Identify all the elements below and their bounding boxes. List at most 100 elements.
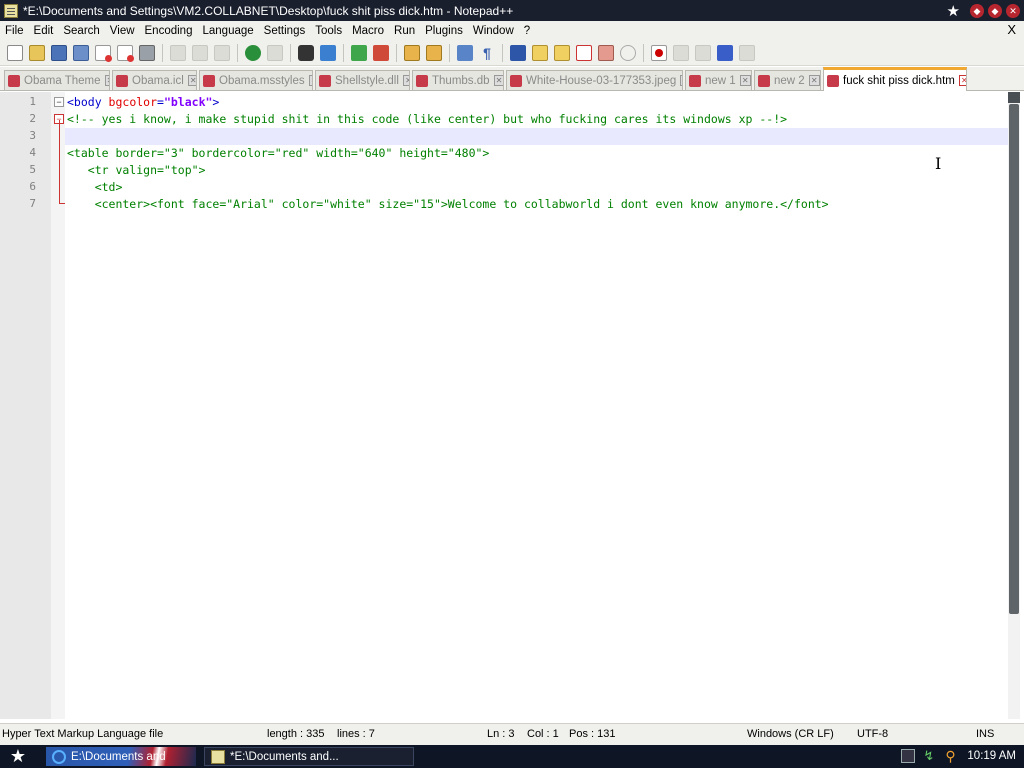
- notepad-app-icon[interactable]: [4, 3, 18, 18]
- fold-toggle-icon[interactable]: −: [54, 97, 64, 107]
- undo-icon[interactable]: [245, 44, 261, 61]
- stop-macro-icon[interactable]: [673, 44, 689, 61]
- menu-plugins[interactable]: Plugins: [420, 25, 468, 37]
- keyboard-icon[interactable]: [901, 749, 916, 763]
- menu-settings[interactable]: Settings: [259, 25, 311, 37]
- document-icon: [827, 74, 839, 87]
- menu-search[interactable]: Search: [58, 25, 104, 37]
- length-status: length : 335: [267, 728, 325, 740]
- minimize-button[interactable]: ◆: [970, 4, 984, 18]
- menu-macro[interactable]: Macro: [347, 25, 389, 37]
- record-macro-icon[interactable]: [651, 44, 667, 61]
- sync-vertical-icon[interactable]: [404, 44, 420, 61]
- tab-new-2[interactable]: new 2 ✕: [754, 70, 821, 90]
- fold-margin: [51, 92, 65, 719]
- sync-horizontal-icon[interactable]: [426, 44, 442, 61]
- document-tab-bar: Obama Theme ✕ Obama.icl ✕ Obama.msstyles…: [0, 67, 1024, 91]
- print-icon[interactable]: [139, 44, 155, 61]
- taskbar-explorer-window[interactable]: E:\Documents and: [46, 747, 196, 766]
- tab-obama-msstyles[interactable]: Obama.msstyles ✕: [199, 70, 313, 90]
- eol-status[interactable]: Windows (CR LF): [747, 728, 834, 740]
- tab-shellstyle-dll[interactable]: Shellstyle.dll ✕: [315, 70, 410, 90]
- show-all-characters-icon[interactable]: ¶: [479, 45, 495, 61]
- close-window-button[interactable]: ✕: [1006, 4, 1020, 18]
- tab-obama-icl[interactable]: Obama.icl ✕: [112, 70, 197, 90]
- folder-workspace-icon[interactable]: [598, 44, 614, 61]
- tab-close-icon[interactable]: ✕: [402, 75, 409, 86]
- line-number: 6: [29, 180, 36, 193]
- menu-encoding[interactable]: Encoding: [140, 25, 198, 37]
- user-defined-language-icon[interactable]: [532, 44, 548, 61]
- zoom-out-icon[interactable]: [373, 44, 389, 61]
- tab-obama-theme[interactable]: Obama Theme ✕: [4, 70, 110, 90]
- tab-fuck-shit-piss-dick-htm[interactable]: fuck shit piss dick.htm ✕: [823, 67, 967, 91]
- doc-map-icon[interactable]: [554, 44, 570, 61]
- vertical-scrollbar[interactable]: [1008, 92, 1020, 719]
- tab-label: White-House-03-177353.jpeg: [526, 74, 677, 87]
- close-document-button[interactable]: X: [1007, 22, 1016, 37]
- copy-icon[interactable]: [192, 44, 208, 61]
- find-icon[interactable]: [298, 44, 314, 61]
- code-line-1: <body bgcolor="black">: [67, 94, 219, 111]
- replace-icon[interactable]: [320, 44, 336, 61]
- tab-new-1[interactable]: new 1 ✕: [685, 70, 752, 90]
- tab-close-icon[interactable]: ✕: [104, 75, 109, 86]
- tab-label: Thumbs.db: [432, 74, 490, 87]
- zoom-in-icon[interactable]: [351, 44, 367, 61]
- tab-close-icon[interactable]: ✕: [308, 75, 312, 86]
- lines-status: lines : 7: [337, 728, 375, 740]
- word-wrap-icon[interactable]: [457, 44, 473, 61]
- taskbar-notepad-window[interactable]: *E:\Documents and...: [204, 747, 414, 766]
- insert-mode-status[interactable]: INS: [976, 728, 994, 740]
- network-icon[interactable]: ↯: [923, 749, 937, 763]
- tab-label: Obama.msstyles: [219, 74, 305, 87]
- encoding-status[interactable]: UTF-8: [857, 728, 888, 740]
- search-icon[interactable]: ⚲: [945, 749, 959, 763]
- menu-edit[interactable]: Edit: [29, 25, 59, 37]
- window-title: *E:\Documents and Settings\VM2.COLLABNET…: [23, 3, 514, 18]
- status-bar: Hyper Text Markup Language file length :…: [0, 723, 1024, 745]
- close-file-icon[interactable]: [95, 44, 112, 62]
- scroll-up-button[interactable]: [1008, 92, 1020, 103]
- tab-thumbs-db[interactable]: Thumbs.db ✕: [412, 70, 504, 90]
- toolbar-separator: [343, 43, 344, 62]
- indent-guide-icon[interactable]: [510, 44, 526, 61]
- redo-icon[interactable]: [267, 44, 283, 61]
- start-button[interactable]: ★: [4, 746, 32, 767]
- monitoring-icon[interactable]: [620, 44, 636, 61]
- playback-macro-icon[interactable]: [695, 44, 711, 61]
- tab-white-house-jpeg[interactable]: White-House-03-177353.jpeg ✕: [506, 70, 683, 90]
- menu-window[interactable]: Window: [468, 25, 519, 37]
- save-macro-icon[interactable]: [739, 44, 755, 61]
- code-line-6: <td>: [67, 180, 123, 194]
- scrollbar-thumb[interactable]: [1009, 104, 1019, 614]
- toolbar-separator: [396, 43, 397, 62]
- save-all-icon[interactable]: [73, 44, 89, 61]
- menu-tools[interactable]: Tools: [310, 25, 347, 37]
- menu-run[interactable]: Run: [389, 25, 420, 37]
- code-token: <body: [67, 95, 109, 109]
- open-file-icon[interactable]: [29, 44, 45, 61]
- document-icon: [203, 74, 215, 87]
- paste-icon[interactable]: [214, 44, 230, 61]
- menu-view[interactable]: View: [105, 25, 140, 37]
- code-editor[interactable]: 1 2 3 4 5 6 7 − − <body bgcolor="black">…: [0, 92, 1024, 719]
- tab-close-icon[interactable]: ✕: [493, 75, 503, 86]
- function-list-icon[interactable]: [576, 44, 592, 61]
- close-all-icon[interactable]: [117, 44, 134, 62]
- line-position-status: Ln : 3: [487, 728, 515, 740]
- tab-close-icon[interactable]: ✕: [958, 75, 966, 86]
- tab-close-icon[interactable]: ✕: [187, 75, 196, 86]
- new-file-icon[interactable]: [7, 44, 23, 61]
- save-icon[interactable]: [51, 44, 67, 61]
- menu-file[interactable]: File: [0, 25, 29, 37]
- menu-language[interactable]: Language: [197, 25, 258, 37]
- menu-help[interactable]: ?: [519, 25, 535, 37]
- clock[interactable]: 10:19 AM: [967, 750, 1016, 762]
- tab-close-icon[interactable]: ✕: [680, 75, 682, 86]
- cut-icon[interactable]: [170, 44, 186, 61]
- tab-close-icon[interactable]: ✕: [739, 75, 751, 86]
- tab-close-icon[interactable]: ✕: [808, 75, 820, 86]
- maximize-button[interactable]: ◆: [988, 4, 1002, 18]
- run-macro-multiple-icon[interactable]: [717, 44, 733, 61]
